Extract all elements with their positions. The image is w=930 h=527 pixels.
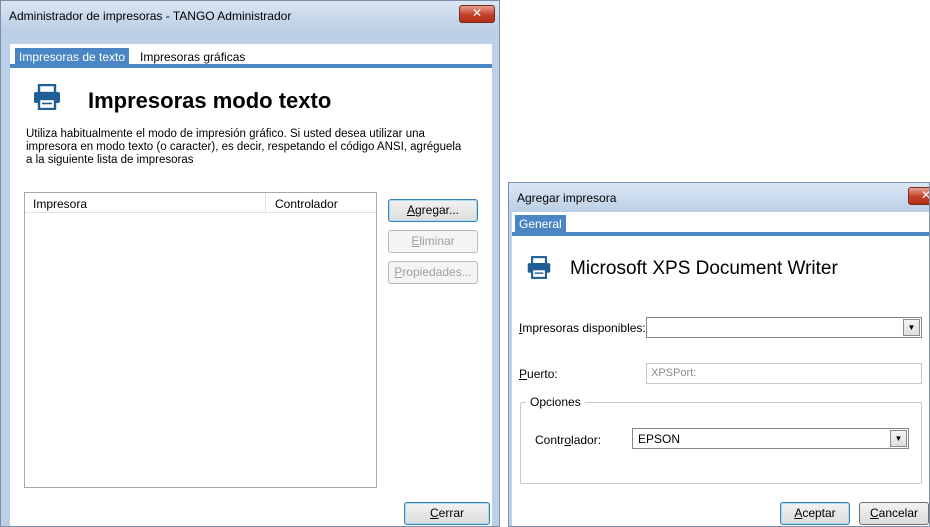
description-line: impresora en modo texto (o caracter), es… xyxy=(26,141,462,153)
add-button[interactable]: Agregar... xyxy=(388,199,478,222)
close-button-accel: C xyxy=(429,506,439,520)
close-icon[interactable]: ✕ xyxy=(459,5,495,23)
port-field[interactable]: XPSPort: xyxy=(646,363,922,384)
delete-button[interactable]: Eliminar xyxy=(388,230,478,253)
title-bar[interactable]: Administrador de impresoras - TANGO Admi… xyxy=(1,1,499,31)
driver-value: EPSON xyxy=(638,432,681,446)
window-body: Impresoras de texto Impresoras gráficas … xyxy=(10,44,492,526)
page-title: Microsoft XPS Document Writer xyxy=(570,258,838,279)
printer-list[interactable]: Impresora Controlador xyxy=(24,192,377,488)
port-label: Puerto: xyxy=(519,367,558,381)
driver-text-end: lador: xyxy=(571,433,602,447)
column-header-printer[interactable]: Impresora xyxy=(33,197,87,211)
close-button-label: errar xyxy=(438,506,464,520)
tab-graphic-printers[interactable]: Impresoras gráficas xyxy=(136,48,249,68)
description-line: a la siguiente lista de impresoras xyxy=(26,154,194,166)
options-group-label: Opciones xyxy=(526,395,585,409)
window-title: Administrador de impresoras - TANGO Admi… xyxy=(9,9,292,23)
accept-button-label: ceptar xyxy=(802,506,836,520)
add-button-accel: A xyxy=(406,203,415,217)
driver-label: Controlador: xyxy=(535,433,601,447)
port-text: uerto: xyxy=(527,367,558,381)
port-accel: P xyxy=(519,367,528,381)
tab-strip: General xyxy=(512,212,929,236)
add-button-label: gregar... xyxy=(414,203,460,217)
cancel-button-label: ancelar xyxy=(878,506,919,520)
description-text: Utiliza habitualmente el modo de impresi… xyxy=(26,128,486,167)
tab-general[interactable]: General xyxy=(515,215,566,235)
column-separator[interactable] xyxy=(265,193,266,213)
tab-strip: Impresoras de texto Impresoras gráficas xyxy=(10,44,492,68)
description-line: Utiliza habitualmente el modo de impresi… xyxy=(26,128,425,140)
title-bar[interactable]: Agregar impresora ✕ xyxy=(509,183,929,213)
accept-button[interactable]: Aceptar xyxy=(780,502,850,525)
printer-admin-window: Administrador de impresoras - TANGO Admi… xyxy=(0,0,500,527)
driver-select[interactable]: EPSON ▼ xyxy=(632,428,909,449)
window-body: General Microsoft XPS Document Writer Im… xyxy=(512,212,929,526)
printer-icon xyxy=(32,84,62,110)
column-header-driver[interactable]: Controlador xyxy=(275,197,338,211)
list-header: Impresora Controlador xyxy=(25,193,376,213)
port-value: XPSPort: xyxy=(651,367,697,379)
close-icon[interactable]: ✕ xyxy=(908,187,929,205)
chevron-down-icon[interactable]: ▼ xyxy=(890,430,907,447)
chevron-down-icon[interactable]: ▼ xyxy=(903,319,920,336)
page-title: Impresoras modo texto xyxy=(88,88,332,113)
cancel-button-accel: C xyxy=(869,506,879,520)
tab-text-printers[interactable]: Impresoras de texto xyxy=(15,48,130,68)
driver-text-start: Contr xyxy=(535,433,565,447)
close-button[interactable]: Cerrar xyxy=(404,502,490,525)
printer-icon xyxy=(526,256,552,279)
properties-button-label: ropiedades... xyxy=(402,265,472,279)
delete-button-label: liminar xyxy=(419,234,455,248)
available-printers-select[interactable]: ▼ xyxy=(646,317,922,338)
window-title: Agregar impresora xyxy=(517,191,617,205)
available-printers-text: mpresoras disponibles: xyxy=(522,321,646,335)
add-printer-window: Agregar impresora ✕ General Microsoft XP… xyxy=(508,182,930,527)
cancel-button[interactable]: Cancelar xyxy=(859,502,929,525)
properties-button[interactable]: Propiedades... xyxy=(388,261,478,284)
available-printers-label: Impresoras disponibles: xyxy=(519,321,646,335)
